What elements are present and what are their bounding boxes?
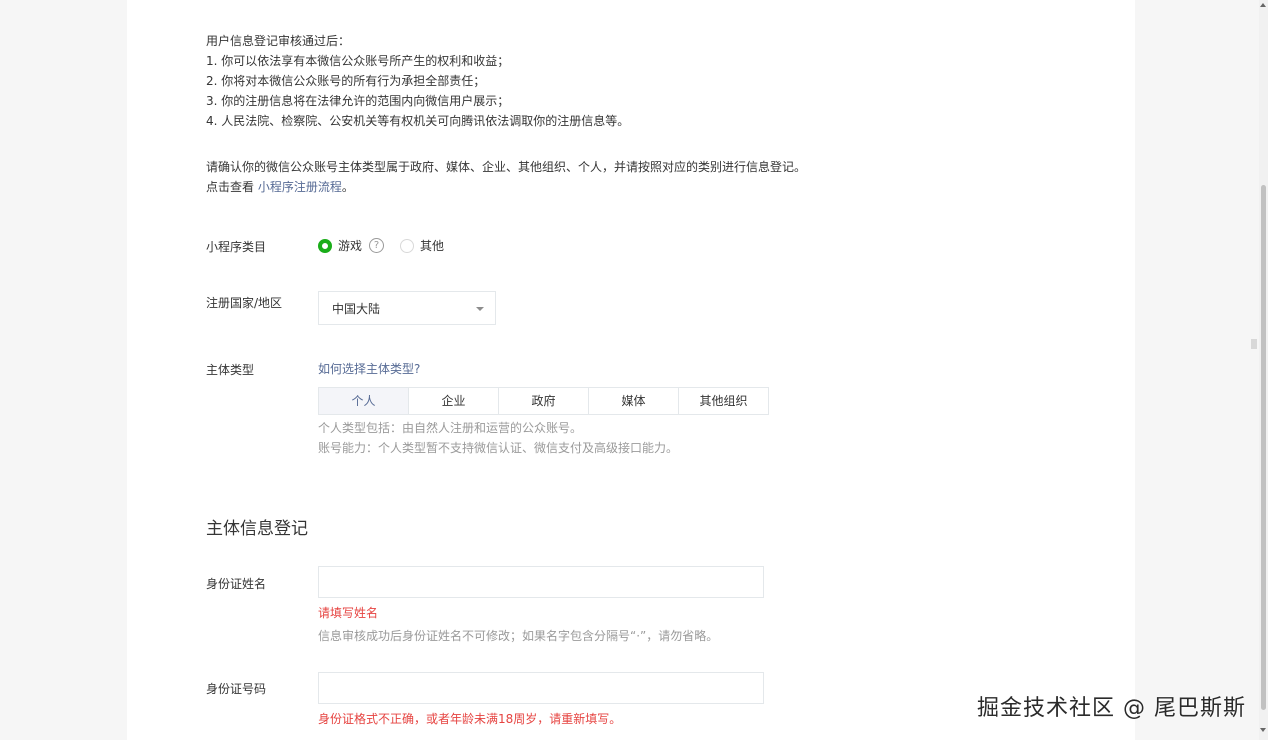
id-name-label: 身份证姓名 [206,577,267,591]
region-label: 注册国家/地区 [206,296,283,310]
id-name-hint: 信息审核成功后身份证姓名不可修改；如果名字包含分隔号“·”，请勿省略。 [318,629,719,643]
category-label: 小程序类目 [206,240,267,254]
entity-type-help-link[interactable]: 如何选择主体类型? [318,360,420,377]
scroll-up-icon[interactable] [1260,3,1266,7]
scrollbar-thumb[interactable] [1261,185,1266,710]
intro-line: 用户信息登记审核通过后： [206,34,351,48]
watermark: 掘金技术社区 @ 尾巴斯斯 [977,696,1246,721]
view-suffix: 。 [341,180,354,194]
id-name-input[interactable] [318,566,764,598]
confirm-text: 请确认你的微信公众账号主体类型属于政府、媒体、企业、其他组织、个人，并请按照对应… [206,160,807,174]
view-prefix: 点击查看 [206,180,255,194]
entity-type-label: 主体类型 [206,363,255,377]
tab-government[interactable]: 政府 [498,388,588,414]
id-number-label: 身份证号码 [206,682,267,696]
region-selected-value: 中国大陆 [332,301,381,316]
id-name-error: 请填写姓名 [318,606,379,620]
section-title: 主体信息登记 [206,519,308,539]
scroll-down-icon[interactable] [1260,728,1266,732]
category-option-game[interactable]: 游戏 ? [318,237,385,254]
intro-line: 3. 你的注册信息将在法律允许的范围内向微信用户展示； [206,94,510,108]
hint-line: 账号能力：个人类型暂不支持微信认证、微信支付及高级接口能力。 [318,441,679,455]
side-handle[interactable] [1251,339,1257,349]
chevron-down-icon [476,307,484,311]
category-option-label: 游戏 [338,239,363,253]
view-process-row: 点击查看 小程序注册流程。 [206,177,806,197]
help-icon[interactable]: ? [369,238,385,253]
radio-unchecked-icon[interactable] [400,238,414,253]
radio-checked-icon[interactable] [318,238,332,253]
registration-process-link[interactable]: 小程序注册流程 [258,180,342,194]
scrollbar[interactable] [1259,0,1268,740]
entity-type-tabs: 个人 企业 政府 媒体 其他组织 [318,387,769,415]
entity-type-hint: 个人类型包括：由自然人注册和运营的公众账号。 账号能力：个人类型暂不支持微信认证… [318,418,678,458]
region-select[interactable]: 中国大陆 [318,291,496,325]
tab-other-org[interactable]: 其他组织 [678,388,768,414]
intro-line: 2. 你将对本微信公众账号的所有行为承担全部责任； [206,74,486,88]
id-number-input[interactable] [318,672,764,704]
intro-notice: 用户信息登记审核通过后： 1. 你可以依法享有本微信公众账号所产生的权利和收益；… [206,31,629,131]
confirm-notice: 请确认你的微信公众账号主体类型属于政府、媒体、企业、其他组织、个人，并请按照对应… [206,157,806,197]
id-number-error: 身份证格式不正确，或者年龄未满18周岁，请重新填写。 [318,712,622,726]
tab-personal[interactable]: 个人 [319,388,408,414]
category-option-label: 其他 [420,239,445,253]
intro-line: 4. 人民法院、检察院、公安机关等有权机关可向腾讯依法调取你的注册信息等。 [206,114,630,128]
hint-line: 个人类型包括：由自然人注册和运营的公众账号。 [318,421,583,435]
tab-enterprise[interactable]: 企业 [408,388,498,414]
category-option-other[interactable]: 其他 [400,237,444,254]
intro-line: 1. 你可以依法享有本微信公众账号所产生的权利和收益； [206,54,510,68]
tab-media[interactable]: 媒体 [588,388,678,414]
